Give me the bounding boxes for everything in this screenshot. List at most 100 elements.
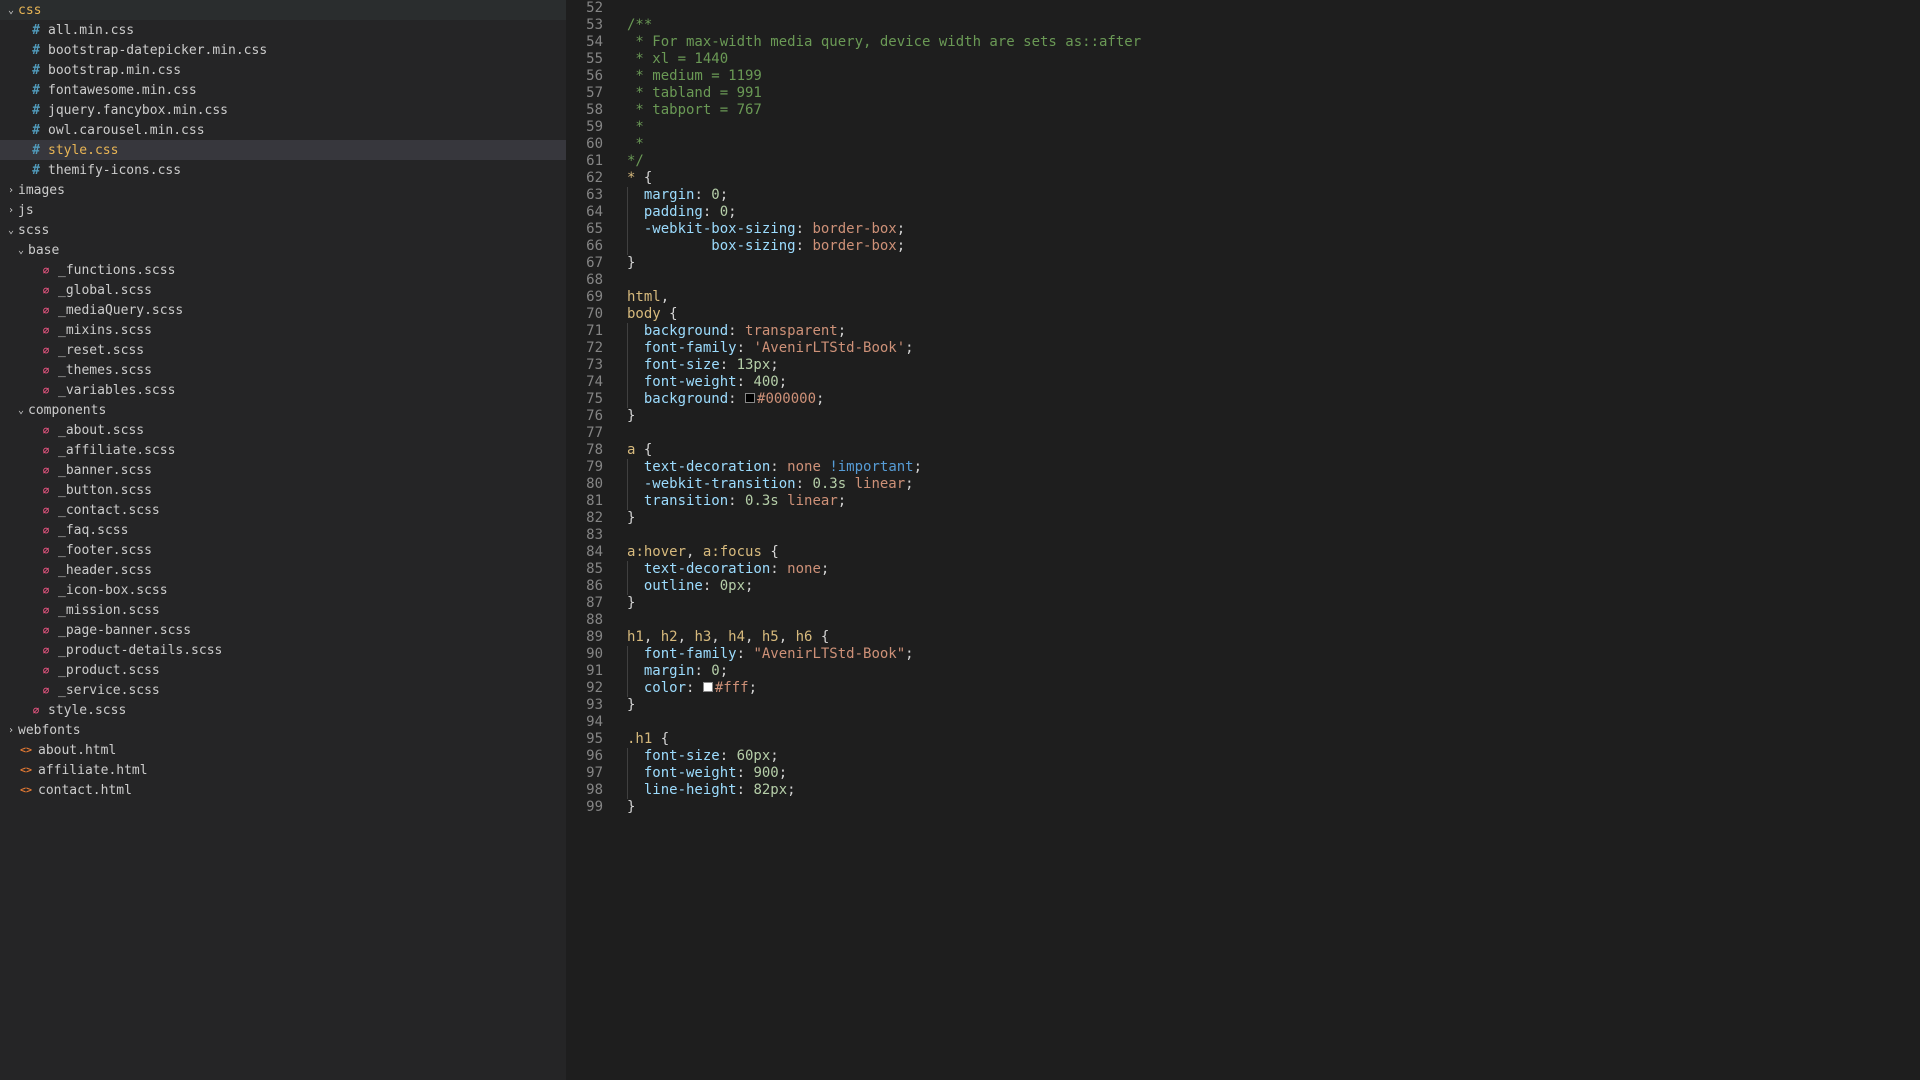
folder-images[interactable]: ›images	[0, 180, 566, 200]
code-line[interactable]: color: #fff;	[627, 680, 1920, 697]
code-line[interactable]: outline: 0px;	[627, 578, 1920, 595]
code-content[interactable]: /** * For max-width media query, device …	[617, 0, 1920, 1080]
indent-guide	[627, 476, 628, 493]
file-jquery.fancybox.min.css[interactable]: #jquery.fancybox.min.css	[0, 100, 566, 120]
code-line[interactable]: a:hover, a:focus {	[627, 544, 1920, 561]
code-line[interactable]: }	[627, 408, 1920, 425]
file-_footer.scss[interactable]: ⌀_footer.scss	[0, 540, 566, 560]
code-line[interactable]: }	[627, 799, 1920, 816]
file-bootstrap-datepicker.min.css[interactable]: #bootstrap-datepicker.min.css	[0, 40, 566, 60]
file-_icon-box.scss[interactable]: ⌀_icon-box.scss	[0, 580, 566, 600]
code-line[interactable]: */	[627, 153, 1920, 170]
code-line[interactable]	[627, 612, 1920, 629]
file-bootstrap.min.css[interactable]: #bootstrap.min.css	[0, 60, 566, 80]
code-line[interactable]: * For max-width media query, device widt…	[627, 34, 1920, 51]
file-explorer[interactable]: ⌄css#all.min.css#bootstrap-datepicker.mi…	[0, 0, 567, 1080]
code-line[interactable]: margin: 0;	[627, 663, 1920, 680]
file-_about.scss[interactable]: ⌀_about.scss	[0, 420, 566, 440]
code-line[interactable]: * medium = 1199	[627, 68, 1920, 85]
indent-guide	[627, 459, 628, 476]
code-line[interactable]: }	[627, 510, 1920, 527]
code-line[interactable]: }	[627, 697, 1920, 714]
code-line[interactable]: font-family: 'AvenirLTStd-Book';	[627, 340, 1920, 357]
code-line[interactable]	[627, 0, 1920, 17]
file-about.html[interactable]: <>about.html	[0, 740, 566, 760]
code-line[interactable]: .h1 {	[627, 731, 1920, 748]
file-_page-banner.scss[interactable]: ⌀_page-banner.scss	[0, 620, 566, 640]
tree-item-label: _affiliate.scss	[58, 443, 175, 458]
code-line[interactable]: html,	[627, 289, 1920, 306]
code-line[interactable]: *	[627, 119, 1920, 136]
code-line[interactable]: padding: 0;	[627, 204, 1920, 221]
code-line[interactable]: * xl = 1440	[627, 51, 1920, 68]
code-line[interactable]: background: #000000;	[627, 391, 1920, 408]
folder-scss[interactable]: ⌄scss	[0, 220, 566, 240]
file-contact.html[interactable]: <>contact.html	[0, 780, 566, 800]
code-line[interactable]: margin: 0;	[627, 187, 1920, 204]
file-themify-icons.css[interactable]: #themify-icons.css	[0, 160, 566, 180]
file-_mixins.scss[interactable]: ⌀_mixins.scss	[0, 320, 566, 340]
file-_faq.scss[interactable]: ⌀_faq.scss	[0, 520, 566, 540]
code-line[interactable]: box-sizing: border-box;	[627, 238, 1920, 255]
code-line[interactable]: *	[627, 136, 1920, 153]
code-line[interactable]	[627, 527, 1920, 544]
code-editor[interactable]: 5253545556575859606162636465666768697071…	[567, 0, 1920, 1080]
file-_header.scss[interactable]: ⌀_header.scss	[0, 560, 566, 580]
code-line[interactable]: body {	[627, 306, 1920, 323]
folder-js[interactable]: ›js	[0, 200, 566, 220]
file-style.css[interactable]: #style.css	[0, 140, 566, 160]
code-line[interactable]: }	[627, 255, 1920, 272]
code-line[interactable]: text-decoration: none !important;	[627, 459, 1920, 476]
code-line[interactable]	[627, 425, 1920, 442]
scss-file-icon: ⌀	[38, 384, 54, 397]
code-line[interactable]: text-decoration: none;	[627, 561, 1920, 578]
folder-components[interactable]: ⌄components	[0, 400, 566, 420]
code-line[interactable]: font-weight: 400;	[627, 374, 1920, 391]
file-affiliate.html[interactable]: <>affiliate.html	[0, 760, 566, 780]
folder-base[interactable]: ⌄base	[0, 240, 566, 260]
code-line[interactable]	[627, 714, 1920, 731]
code-line[interactable]: background: transparent;	[627, 323, 1920, 340]
file-_product.scss[interactable]: ⌀_product.scss	[0, 660, 566, 680]
code-line[interactable]	[627, 272, 1920, 289]
file-_service.scss[interactable]: ⌀_service.scss	[0, 680, 566, 700]
code-line[interactable]: /**	[627, 17, 1920, 34]
scss-file-icon: ⌀	[38, 364, 54, 377]
code-line[interactable]: font-size: 60px;	[627, 748, 1920, 765]
file-_banner.scss[interactable]: ⌀_banner.scss	[0, 460, 566, 480]
code-line[interactable]: -webkit-box-sizing: border-box;	[627, 221, 1920, 238]
file-_affiliate.scss[interactable]: ⌀_affiliate.scss	[0, 440, 566, 460]
code-line[interactable]: font-weight: 900;	[627, 765, 1920, 782]
file-style.scss[interactable]: ⌀style.scss	[0, 700, 566, 720]
file-fontawesome.min.css[interactable]: #fontawesome.min.css	[0, 80, 566, 100]
file-_variables.scss[interactable]: ⌀_variables.scss	[0, 380, 566, 400]
tree-item-label: css	[18, 3, 41, 18]
code-line[interactable]: }	[627, 595, 1920, 612]
code-line[interactable]: h1, h2, h3, h4, h5, h6 {	[627, 629, 1920, 646]
file-_reset.scss[interactable]: ⌀_reset.scss	[0, 340, 566, 360]
code-line[interactable]: * tabport = 767	[627, 102, 1920, 119]
chevron-icon: ›	[4, 205, 18, 216]
folder-webfonts[interactable]: ›webfonts	[0, 720, 566, 740]
file-_themes.scss[interactable]: ⌀_themes.scss	[0, 360, 566, 380]
file-_product-details.scss[interactable]: ⌀_product-details.scss	[0, 640, 566, 660]
code-line[interactable]: * {	[627, 170, 1920, 187]
code-line[interactable]: font-size: 13px;	[627, 357, 1920, 374]
file-owl.carousel.min.css[interactable]: #owl.carousel.min.css	[0, 120, 566, 140]
code-line[interactable]: font-family: "AvenirLTStd-Book";	[627, 646, 1920, 663]
code-line[interactable]: * tabland = 991	[627, 85, 1920, 102]
file-_mediaQuery.scss[interactable]: ⌀_mediaQuery.scss	[0, 300, 566, 320]
code-line[interactable]: transition: 0.3s linear;	[627, 493, 1920, 510]
file-_contact.scss[interactable]: ⌀_contact.scss	[0, 500, 566, 520]
code-line[interactable]: line-height: 82px;	[627, 782, 1920, 799]
code-line[interactable]: a {	[627, 442, 1920, 459]
tree-item-label: components	[28, 403, 106, 418]
code-token: 900	[753, 765, 778, 781]
folder-css[interactable]: ⌄css	[0, 0, 566, 20]
file-_button.scss[interactable]: ⌀_button.scss	[0, 480, 566, 500]
code-line[interactable]: -webkit-transition: 0.3s linear;	[627, 476, 1920, 493]
file-all.min.css[interactable]: #all.min.css	[0, 20, 566, 40]
file-_functions.scss[interactable]: ⌀_functions.scss	[0, 260, 566, 280]
file-_mission.scss[interactable]: ⌀_mission.scss	[0, 600, 566, 620]
file-_global.scss[interactable]: ⌀_global.scss	[0, 280, 566, 300]
